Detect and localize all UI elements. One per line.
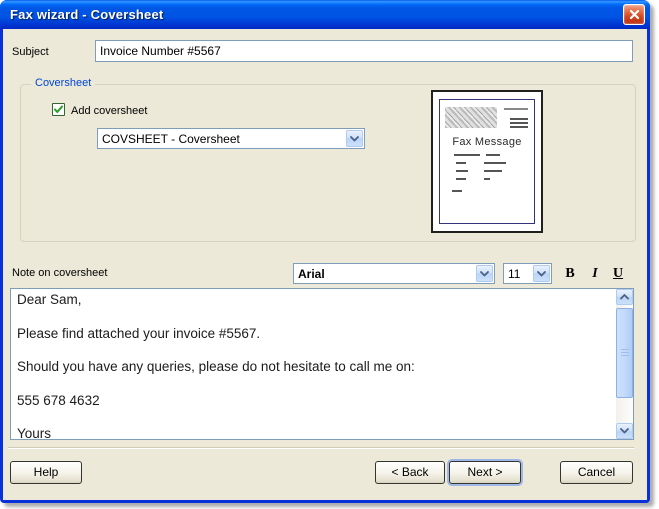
cancel-button[interactable]: Cancel (560, 461, 633, 484)
preview-text-line (456, 170, 468, 172)
font-family-value: Arial (298, 267, 325, 281)
close-button[interactable] (623, 4, 645, 25)
font-family-dropdown[interactable]: Arial (293, 263, 495, 284)
subject-label: Subject (12, 46, 49, 58)
preview-heading: Fax Message (440, 136, 534, 148)
add-coversheet-checkbox[interactable] (52, 103, 65, 116)
coversheet-preview-page: Fax Message (439, 99, 535, 224)
add-coversheet-label: Add coversheet (71, 105, 147, 117)
coversheet-template-dropdown[interactable]: COVSHEET - Coversheet (97, 128, 365, 149)
preview-text-line (510, 122, 528, 124)
preview-text-line (510, 126, 528, 128)
chevron-down-icon[interactable] (476, 265, 493, 282)
note-label: Note on coversheet (12, 267, 107, 279)
chevron-up-icon (620, 294, 629, 300)
preview-text-line (510, 118, 528, 120)
scrollbar-grip-icon (621, 349, 629, 357)
next-button[interactable]: Next > (449, 461, 521, 484)
preview-text-line (456, 162, 466, 164)
coversheet-preview: Fax Message (431, 90, 543, 233)
underline-button[interactable]: U (609, 265, 627, 283)
window-title: Fax wizard - Coversheet (0, 7, 163, 22)
coversheet-template-value: COVSHEET - Coversheet (102, 132, 240, 146)
dialog-body: Subject Coversheet Add coversheet COVSHE… (3, 29, 647, 500)
scroll-down-button[interactable] (616, 423, 633, 439)
font-size-value: 11 (508, 267, 520, 281)
preview-text-line (484, 170, 502, 172)
footer-separator (8, 447, 634, 449)
preview-text-line (484, 178, 490, 180)
note-scrollbar[interactable] (616, 289, 633, 439)
title-bar[interactable]: Fax wizard - Coversheet (0, 0, 650, 29)
scroll-up-button[interactable] (616, 289, 633, 305)
fax-wizard-dialog: Fax wizard - Coversheet Subject Covershe… (0, 0, 650, 503)
preview-text-line (484, 162, 506, 164)
preview-logo-image (445, 107, 497, 128)
preview-text-line (452, 190, 462, 192)
bold-button[interactable]: B (561, 265, 579, 283)
chevron-down-icon (620, 428, 629, 434)
subject-input[interactable] (95, 40, 633, 62)
italic-button[interactable]: I (586, 265, 604, 283)
chevron-down-icon[interactable] (533, 265, 550, 282)
back-button[interactable]: < Back (375, 461, 445, 484)
preview-text-line (456, 178, 466, 180)
help-button[interactable]: Help (10, 461, 82, 484)
preview-text-line (454, 154, 480, 156)
scrollbar-thumb[interactable] (616, 308, 633, 398)
chevron-down-icon[interactable] (346, 130, 363, 147)
preview-text-line (504, 108, 528, 110)
close-icon (629, 9, 640, 20)
preview-text-line (486, 154, 500, 156)
note-textbox[interactable]: Dear Sam, Please find attached your invo… (10, 288, 634, 440)
checkmark-icon (53, 104, 64, 115)
coversheet-group-label: Coversheet (31, 77, 95, 89)
font-size-dropdown[interactable]: 11 (503, 263, 552, 284)
